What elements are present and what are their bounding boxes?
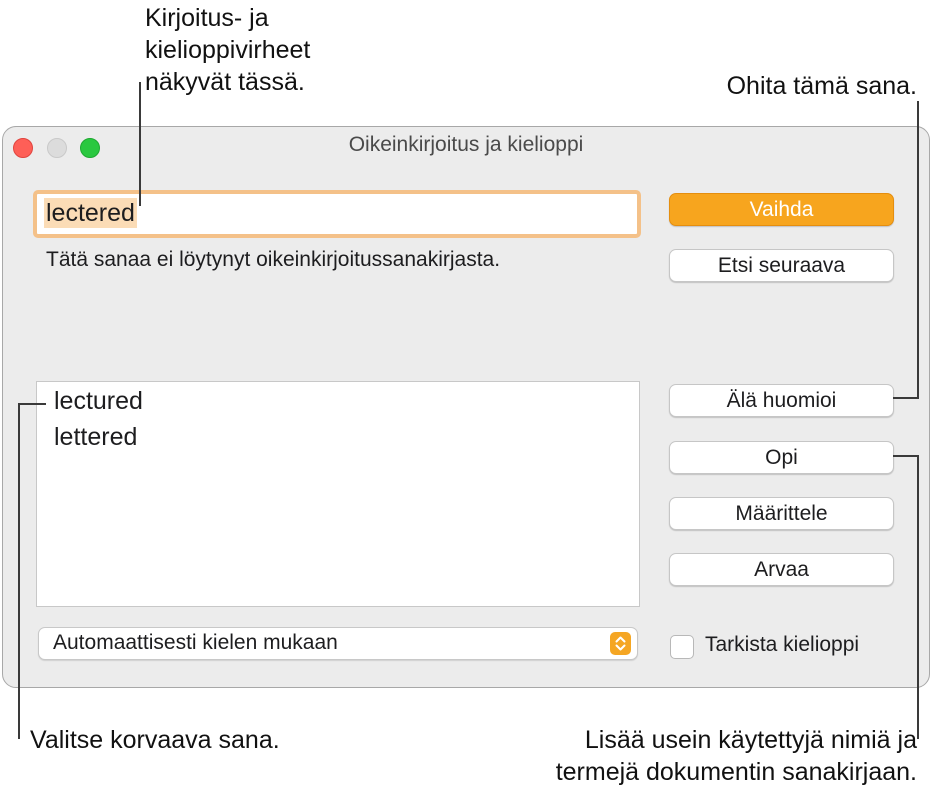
spelling-grammar-window: Oikeinkirjoitus ja kielioppi lectered Tä… <box>2 126 930 688</box>
leader-line-errors <box>139 82 141 206</box>
check-grammar-checkbox[interactable] <box>670 635 694 659</box>
misspelled-word: lectered <box>44 198 137 228</box>
up-down-chevron-icon <box>610 632 631 655</box>
callout-learn-line2: termejä dokumentin sanakirjaan. <box>555 758 917 786</box>
callout-learn: Lisää usein käytettyjä nimiä ja termejä … <box>556 724 917 788</box>
callout-choose: Valitse korvaava sana. <box>30 726 280 754</box>
leader-line-ignore-vertical <box>917 101 919 399</box>
title-bar: Oikeinkirjoitus ja kielioppi <box>3 127 929 167</box>
define-button[interactable]: Määrittele <box>669 497 894 530</box>
leader-line-learn-vertical <box>917 455 919 739</box>
leader-line-learn-horizontal <box>893 455 919 457</box>
leader-line-choose-horizontal <box>18 403 46 405</box>
check-grammar-label: Tarkista kielioppi <box>705 633 860 656</box>
status-message: Tätä sanaa ei löytynyt oikeinkirjoitussa… <box>46 248 501 271</box>
suggestion-item[interactable]: lettered <box>54 421 137 453</box>
find-next-button[interactable]: Etsi seuraava <box>669 249 894 282</box>
change-button[interactable]: Vaihda <box>669 193 894 226</box>
callout-errors-line3: näkyvät tässä. <box>145 68 305 96</box>
guess-button[interactable]: Arvaa <box>669 553 894 586</box>
callout-errors: Kirjoitus- ja kielioppivirheet näkyvät t… <box>145 2 310 98</box>
window-title: Oikeinkirjoitus ja kielioppi <box>348 133 584 156</box>
callout-errors-line2: kielioppivirheet <box>145 36 311 64</box>
callout-ignore: Ohita tämä sana. <box>726 72 917 100</box>
misspelled-word-field[interactable]: lectered <box>33 190 641 238</box>
suggestion-item[interactable]: lectured <box>54 385 143 417</box>
learn-button[interactable]: Opi <box>669 441 894 474</box>
suggestions-list[interactable]: lectured lettered <box>36 381 640 607</box>
ignore-button[interactable]: Älä huomioi <box>669 384 894 417</box>
callout-errors-line1: Kirjoitus- ja <box>145 4 269 32</box>
callout-learn-line1: Lisää usein käytettyjä nimiä ja <box>584 726 917 754</box>
language-popup-label: Automaattisesti kielen mukaan <box>53 631 338 654</box>
language-popup[interactable]: Automaattisesti kielen mukaan <box>38 627 638 660</box>
leader-line-choose-vertical <box>18 403 20 739</box>
leader-line-ignore-horizontal <box>893 397 919 399</box>
